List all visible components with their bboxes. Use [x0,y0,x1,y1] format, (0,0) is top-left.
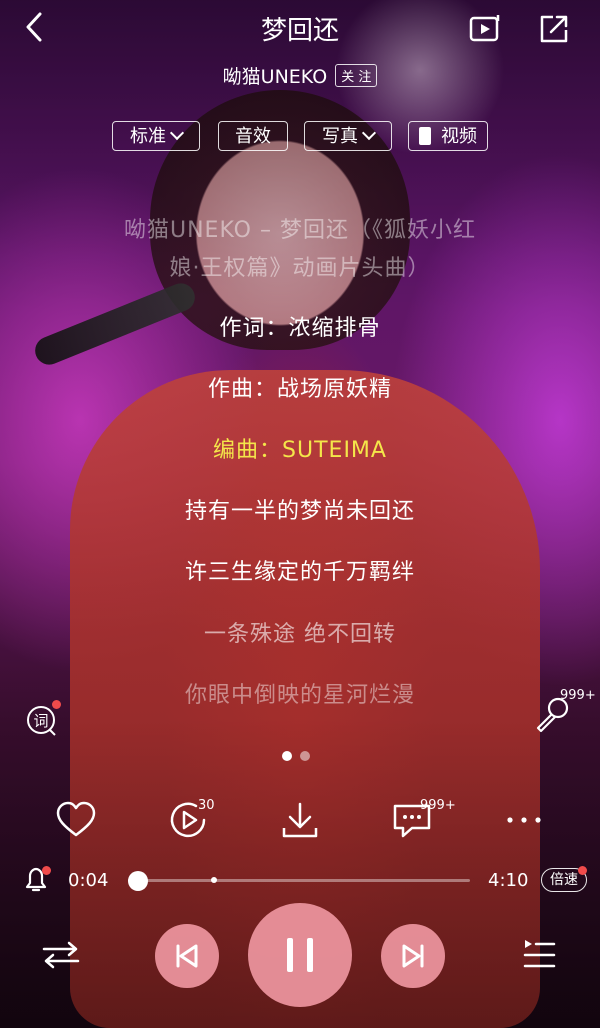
progress-row: 0:04 4:10 倍速 [0,864,600,896]
current-time: 0:04 [68,870,109,891]
playlist-icon[interactable] [522,938,556,972]
lyric-line: 你眼中倒映的星河烂漫 [184,683,415,708]
lyric-line: 许三生缘定的千万羁绊 [184,560,415,585]
chevron-down-icon [169,125,185,141]
pause-icon [287,938,313,972]
play-video-badge: 30 [198,798,215,813]
follow-button[interactable]: 关 注 [335,64,378,87]
artist-row: 呦猫UNEKO 关 注 [0,62,600,89]
quality-dropdown[interactable]: 标准 [112,121,200,151]
progress-slider[interactable] [128,871,470,891]
karaoke-count: 999+ [560,688,596,703]
total-time: 4:10 [488,870,529,891]
previous-icon [176,944,198,968]
page-indicator [282,746,318,765]
lyric-line: 一条殊途 绝不回转 [204,622,396,647]
lyric-line: 呦猫UNEKO – 梦回还（《狐妖小红 [124,218,476,243]
lyric-line: 作词：浓缩排骨 [219,316,381,341]
next-icon [402,944,424,968]
next-button[interactable] [381,924,445,988]
sound-effect-button[interactable]: 音效 [218,121,288,151]
artist-name[interactable]: 呦猫UNEKO [223,66,328,88]
download-icon[interactable] [278,798,322,842]
notification-dot [578,866,587,875]
lyrics-icon: 词 [27,706,56,736]
playback-controls [0,900,600,1010]
notification-dot [42,866,51,875]
pause-button[interactable] [248,903,352,1007]
video-button[interactable]: 视频 [408,121,488,151]
shuffle-icon[interactable] [42,940,80,970]
action-row: 30 999+ [0,798,600,846]
comment-count-badge: 999+ [420,798,456,813]
lyric-line: 作曲：战场原妖精 [207,377,392,402]
progress-knob[interactable] [128,871,149,891]
photo-dropdown[interactable]: 写真 [304,121,392,151]
lyric-line: 娘·王权篇》动画片头曲） [169,256,431,281]
more-icon[interactable] [502,798,546,842]
chevron-down-icon [361,125,377,141]
lyric-line-active: 编曲：SUTEIMA [213,438,387,463]
top-bar: 梦回还 [0,0,600,56]
video-cast-icon[interactable] [468,12,502,46]
progress-marker [210,877,217,883]
previous-button[interactable] [155,924,219,988]
page-dot-active [282,751,292,761]
svg-text:词: 词 [33,712,48,730]
heart-icon[interactable] [54,798,98,842]
lyric-line: 持有一半的梦尚未回还 [184,499,415,524]
video-icon [419,127,431,145]
share-icon[interactable] [537,12,571,46]
lyrics-toggle-button[interactable]: 词 [26,700,61,736]
notification-dot [52,700,61,709]
song-title: 梦回还 [260,16,339,46]
sleep-timer-button[interactable] [22,864,51,894]
page-dot [300,751,310,761]
